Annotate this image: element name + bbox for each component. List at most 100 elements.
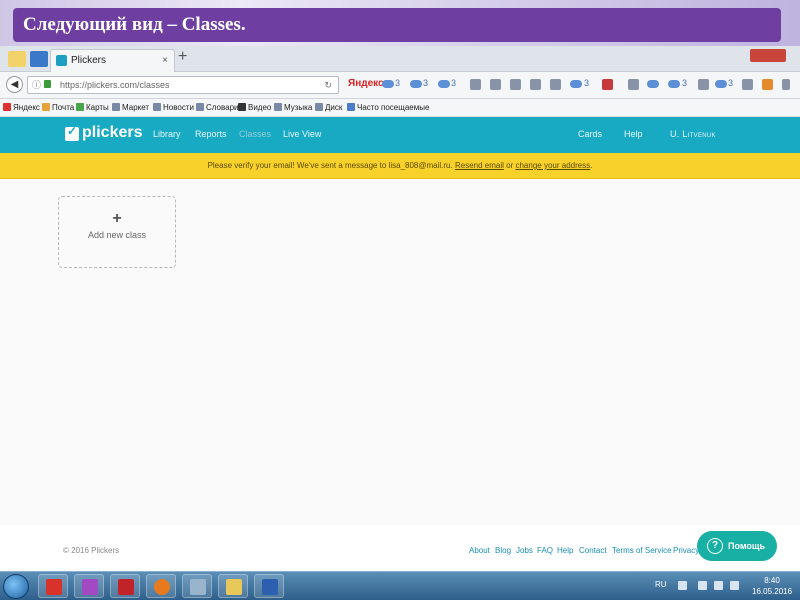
adblock-icon[interactable] bbox=[602, 79, 613, 90]
bookmark-item[interactable]: Словари bbox=[196, 103, 239, 112]
banner-end: . bbox=[590, 161, 593, 170]
taskbar-app[interactable] bbox=[146, 574, 176, 598]
nav-cards[interactable]: Cards bbox=[578, 129, 602, 139]
taskbar-app[interactable] bbox=[110, 574, 140, 598]
nav-reports[interactable]: Reports bbox=[195, 129, 227, 139]
window-close-button[interactable] bbox=[750, 49, 786, 62]
dictionary-icon bbox=[196, 103, 204, 111]
app-icon bbox=[82, 579, 98, 595]
plus-icon: + bbox=[112, 210, 122, 227]
footer-link-faq[interactable]: FAQ bbox=[537, 546, 553, 555]
question-icon: ? bbox=[707, 538, 723, 554]
start-button[interactable] bbox=[3, 574, 29, 599]
yandex-search-label[interactable]: Яндекс bbox=[348, 78, 384, 89]
help-button[interactable]: ? Помощь bbox=[697, 531, 777, 561]
footer-link-blog[interactable]: Blog bbox=[495, 546, 511, 555]
bookmark-item[interactable]: Почта bbox=[42, 103, 74, 112]
bookmark-item[interactable]: Карты bbox=[76, 103, 109, 112]
slide-title: Следующий вид – Classes. bbox=[13, 8, 781, 42]
banner-or: or bbox=[506, 161, 514, 170]
taskbar-app[interactable] bbox=[182, 574, 212, 598]
navigation-bar: ◀ ⓘ https://plickers.com/classes ↻ Яндек… bbox=[0, 72, 800, 99]
speaker-icon bbox=[190, 579, 206, 595]
taskbar-app[interactable] bbox=[38, 574, 68, 598]
plickers-logo[interactable]: plickers bbox=[82, 124, 142, 142]
app-icon bbox=[46, 579, 62, 595]
plickers-favicon-icon bbox=[56, 55, 67, 66]
bookmark-item[interactable]: Видео bbox=[238, 103, 271, 112]
tray-language[interactable]: RU bbox=[655, 580, 667, 589]
extension-icon[interactable] bbox=[698, 79, 709, 90]
pinned-tab-icon[interactable] bbox=[30, 51, 48, 67]
footer-link-terms[interactable]: Terms of Service bbox=[612, 546, 672, 555]
download-icon[interactable] bbox=[530, 79, 541, 90]
footer-link-contact[interactable]: Contact bbox=[579, 546, 607, 555]
user-menu[interactable]: U. Litvenuk bbox=[670, 129, 716, 139]
clipboard-icon[interactable] bbox=[490, 79, 501, 90]
reload-icon[interactable]: ↻ bbox=[324, 77, 332, 93]
plickers-app-bar: plickers Library Reports Classes Live Vi… bbox=[0, 117, 800, 153]
bookmark-item[interactable]: Музыка bbox=[274, 103, 312, 112]
info-icon[interactable]: ⓘ bbox=[32, 77, 41, 93]
nav-library[interactable]: Library bbox=[153, 129, 181, 139]
yandex-icon bbox=[3, 103, 11, 111]
cloud-icon[interactable] bbox=[647, 80, 659, 88]
footer-link-help[interactable]: Help bbox=[557, 546, 573, 555]
tray-network-icon[interactable] bbox=[730, 581, 739, 590]
bookmark-star-icon[interactable] bbox=[470, 79, 481, 90]
verify-email-banner: Please verify your email! We've sent a m… bbox=[0, 153, 800, 179]
tab-close-icon[interactable]: × bbox=[162, 50, 168, 71]
taskbar-app[interactable] bbox=[218, 574, 248, 598]
tray-arrow-icon[interactable] bbox=[678, 581, 687, 590]
menu-icon[interactable] bbox=[782, 79, 790, 90]
pinned-tab-icon[interactable] bbox=[8, 51, 26, 67]
address-bar[interactable]: ⓘ https://plickers.com/classes ↻ bbox=[27, 76, 339, 94]
footer-link-privacy[interactable]: Privacy bbox=[673, 546, 699, 555]
cloud-icon[interactable] bbox=[438, 80, 450, 88]
taskbar-app[interactable] bbox=[254, 574, 284, 598]
cloud-icon[interactable] bbox=[668, 80, 680, 88]
cloud-icon[interactable] bbox=[410, 80, 422, 88]
chat-icon[interactable] bbox=[628, 79, 639, 90]
nav-classes[interactable]: Classes bbox=[239, 129, 271, 139]
tray-flag-icon[interactable] bbox=[714, 581, 723, 590]
tab-title: Plickers bbox=[71, 55, 107, 66]
back-button[interactable]: ◀ bbox=[6, 76, 23, 93]
folder-icon bbox=[226, 579, 242, 595]
toolbar-count: 3 bbox=[682, 78, 688, 88]
disk-icon bbox=[315, 103, 323, 111]
nav-live-view[interactable]: Live View bbox=[283, 129, 321, 139]
resend-email-link[interactable]: Resend email bbox=[455, 161, 504, 170]
taskbar-app[interactable] bbox=[74, 574, 104, 598]
add-new-class-card[interactable]: + Add new class bbox=[58, 196, 176, 268]
tray-clock[interactable]: 8:40 16.05.2016 bbox=[752, 575, 792, 597]
footer-link-jobs[interactable]: Jobs bbox=[516, 546, 533, 555]
bookmark-item[interactable]: Диск bbox=[315, 103, 342, 112]
cloud-icon[interactable] bbox=[382, 80, 394, 88]
bookmark-item[interactable]: Маркет bbox=[112, 103, 149, 112]
nav-help[interactable]: Help bbox=[624, 129, 643, 139]
cloud-icon[interactable] bbox=[715, 80, 727, 88]
lock-icon bbox=[44, 80, 51, 88]
send-icon[interactable] bbox=[550, 79, 561, 90]
bookmark-item[interactable]: Новости bbox=[153, 103, 194, 112]
toolbar-count: 3 bbox=[423, 78, 429, 88]
change-address-link[interactable]: change your address bbox=[515, 161, 590, 170]
extension-icon[interactable] bbox=[742, 79, 753, 90]
news-icon bbox=[153, 103, 161, 111]
tray-volume-icon[interactable] bbox=[698, 581, 707, 590]
pocket-icon[interactable] bbox=[510, 79, 521, 90]
help-button-label: Помощь bbox=[728, 541, 766, 551]
browser-tab[interactable]: Plickers × bbox=[50, 49, 175, 72]
word-icon bbox=[262, 579, 278, 595]
toolbar-count: 3 bbox=[584, 78, 590, 88]
extension-icon[interactable] bbox=[762, 79, 773, 90]
bookmark-item[interactable]: Яндекс bbox=[3, 103, 40, 112]
footer-copyright: © 2016 Plickers bbox=[63, 546, 120, 555]
footer-link-about[interactable]: About bbox=[469, 546, 490, 555]
bookmark-item[interactable]: Часто посещаемые bbox=[347, 103, 429, 112]
plickers-logo-icon[interactable] bbox=[65, 124, 79, 141]
clock-date: 16.05.2016 bbox=[752, 587, 793, 596]
cloud-icon[interactable] bbox=[570, 80, 582, 88]
new-tab-button[interactable]: + bbox=[178, 48, 187, 66]
